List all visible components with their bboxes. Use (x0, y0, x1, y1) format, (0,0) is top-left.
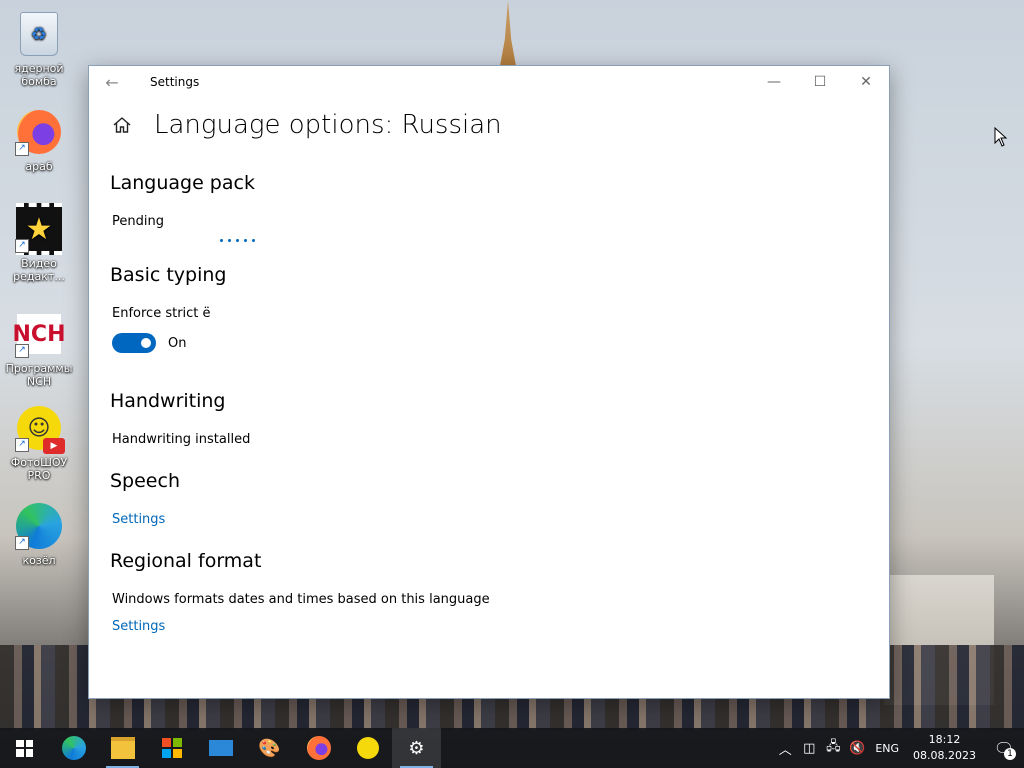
regional-format-settings-link[interactable]: Settings (112, 619, 889, 634)
windows-logo-icon (16, 739, 33, 757)
regional-format-heading: Regional format (110, 550, 262, 572)
shortcut-arrow-icon: ↗ (15, 142, 29, 156)
close-button[interactable]: ✕ (843, 66, 889, 98)
start-button[interactable] (0, 728, 49, 768)
volume-button[interactable]: 🔇 (845, 741, 869, 756)
tray-app-button[interactable]: ◫ (797, 741, 821, 756)
shortcut-arrow-icon: ↗ (15, 239, 29, 253)
desktop-icon-edge[interactable]: ↗ козёл (0, 502, 78, 567)
handwriting-status: Handwriting installed (112, 432, 251, 447)
clock-date: 08.08.2023 (913, 749, 976, 762)
paint-icon: 🎨 (258, 737, 281, 759)
store-icon (161, 738, 182, 758)
camera-icon: ◫ (803, 740, 816, 756)
chevron-up-icon: ︿ (778, 742, 792, 758)
volume-muted-icon: 🔇 (849, 740, 866, 756)
input-language-button[interactable]: ENG (869, 742, 905, 755)
maximize-button[interactable]: ☐ (797, 66, 843, 98)
page-title: Language options: Russian (154, 110, 502, 140)
clock-time: 18:12 (928, 733, 961, 746)
background-spire (500, 0, 516, 66)
taskbar-store[interactable] (147, 728, 196, 768)
close-icon: ✕ (860, 74, 872, 90)
gear-icon: ⚙ (408, 737, 425, 759)
maximize-icon: ☐ (813, 74, 827, 90)
taskbar-paint[interactable]: 🎨 (245, 728, 294, 768)
desktop-icon-fotoshow[interactable]: ☺ ▶ ↗ ФотоШОУ PRO (0, 404, 78, 482)
taskbar-edge[interactable] (49, 728, 98, 768)
desktop-icon-label: араб (25, 160, 53, 173)
folder-icon (110, 737, 135, 759)
handwriting-heading: Handwriting (110, 390, 226, 412)
minimize-icon: — (767, 74, 781, 90)
home-button[interactable] (110, 113, 134, 137)
mail-icon (208, 740, 233, 756)
taskbar-file-explorer[interactable] (98, 728, 147, 768)
desktop-icon-label: ФотоШОУ PRO (10, 456, 68, 482)
desktop-icon-label: ядерной бомба (14, 62, 64, 88)
desktop-icon-firefox[interactable]: ↗ араб (0, 108, 78, 173)
back-arrow-icon: ← (105, 72, 119, 92)
window-title: Settings (150, 75, 200, 89)
action-center-button[interactable]: 🗨 1 (984, 728, 1024, 768)
clock[interactable]: 18:12 08.08.2023 (905, 732, 984, 764)
taskbar-settings[interactable]: ⚙ (392, 728, 441, 768)
title-bar[interactable]: ← Settings — ☐ ✕ (89, 66, 889, 98)
toggle-state-label: On (168, 335, 187, 351)
taskbar-mail[interactable] (196, 728, 245, 768)
desktop-icon-label: Программы NCH (5, 362, 73, 388)
desktop-icon-label: козёл (22, 554, 56, 567)
network-button[interactable]: 🖧 (821, 737, 845, 759)
system-tray: ︿ ◫ 🖧 🔇 ENG 18:12 08.08.2023 🗨 1 (773, 728, 1024, 768)
notification-badge: 1 (1004, 748, 1016, 760)
basic-typing-heading: Basic typing (110, 264, 227, 286)
settings-window: ← Settings — ☐ ✕ Language options: Russi… (88, 65, 890, 699)
speech-heading: Speech (110, 470, 180, 492)
language-pack-heading: Language pack (110, 172, 255, 194)
recycle-bin-icon: ♻ (20, 12, 58, 56)
desktop-icon-video-editor[interactable]: ★ ↗ Видео редакт... (0, 203, 78, 283)
progress-dots (220, 239, 889, 242)
show-hidden-icons-button[interactable]: ︿ (773, 739, 797, 758)
home-icon (113, 117, 131, 133)
taskbar-fotoshow[interactable] (343, 728, 392, 768)
shortcut-arrow-icon: ↗ (15, 536, 29, 550)
fotoshow-icon (356, 737, 379, 759)
edge-icon (61, 736, 86, 760)
taskbar: 🎨 ⚙ ︿ ◫ 🖧 🔇 ENG 18:12 08.08.2023 🗨 1 (0, 728, 1024, 768)
shortcut-arrow-icon: ↗ (15, 344, 29, 358)
network-icon: 🖧 (826, 739, 841, 754)
speech-settings-link[interactable]: Settings (112, 512, 889, 527)
shortcut-arrow-icon: ↗ (15, 438, 29, 452)
regional-format-description: Windows formats dates and times based on… (112, 592, 490, 607)
desktop-icon-recycle-bin[interactable]: ♻ ядерной бомба (0, 10, 78, 88)
back-button[interactable]: ← (89, 66, 135, 98)
firefox-icon (306, 736, 331, 760)
desktop-icon-label: Видео редакт... (13, 257, 65, 283)
enforce-strict-toggle[interactable] (112, 333, 156, 353)
desktop-icon-nch[interactable]: NCH ↗ Программы NCH (0, 310, 78, 388)
taskbar-firefox[interactable] (294, 728, 343, 768)
enforce-strict-label: Enforce strict ё (112, 306, 211, 321)
mouse-cursor-icon (994, 127, 1008, 147)
minimize-button[interactable]: — (751, 66, 797, 98)
language-pack-status: Pending (112, 214, 164, 229)
